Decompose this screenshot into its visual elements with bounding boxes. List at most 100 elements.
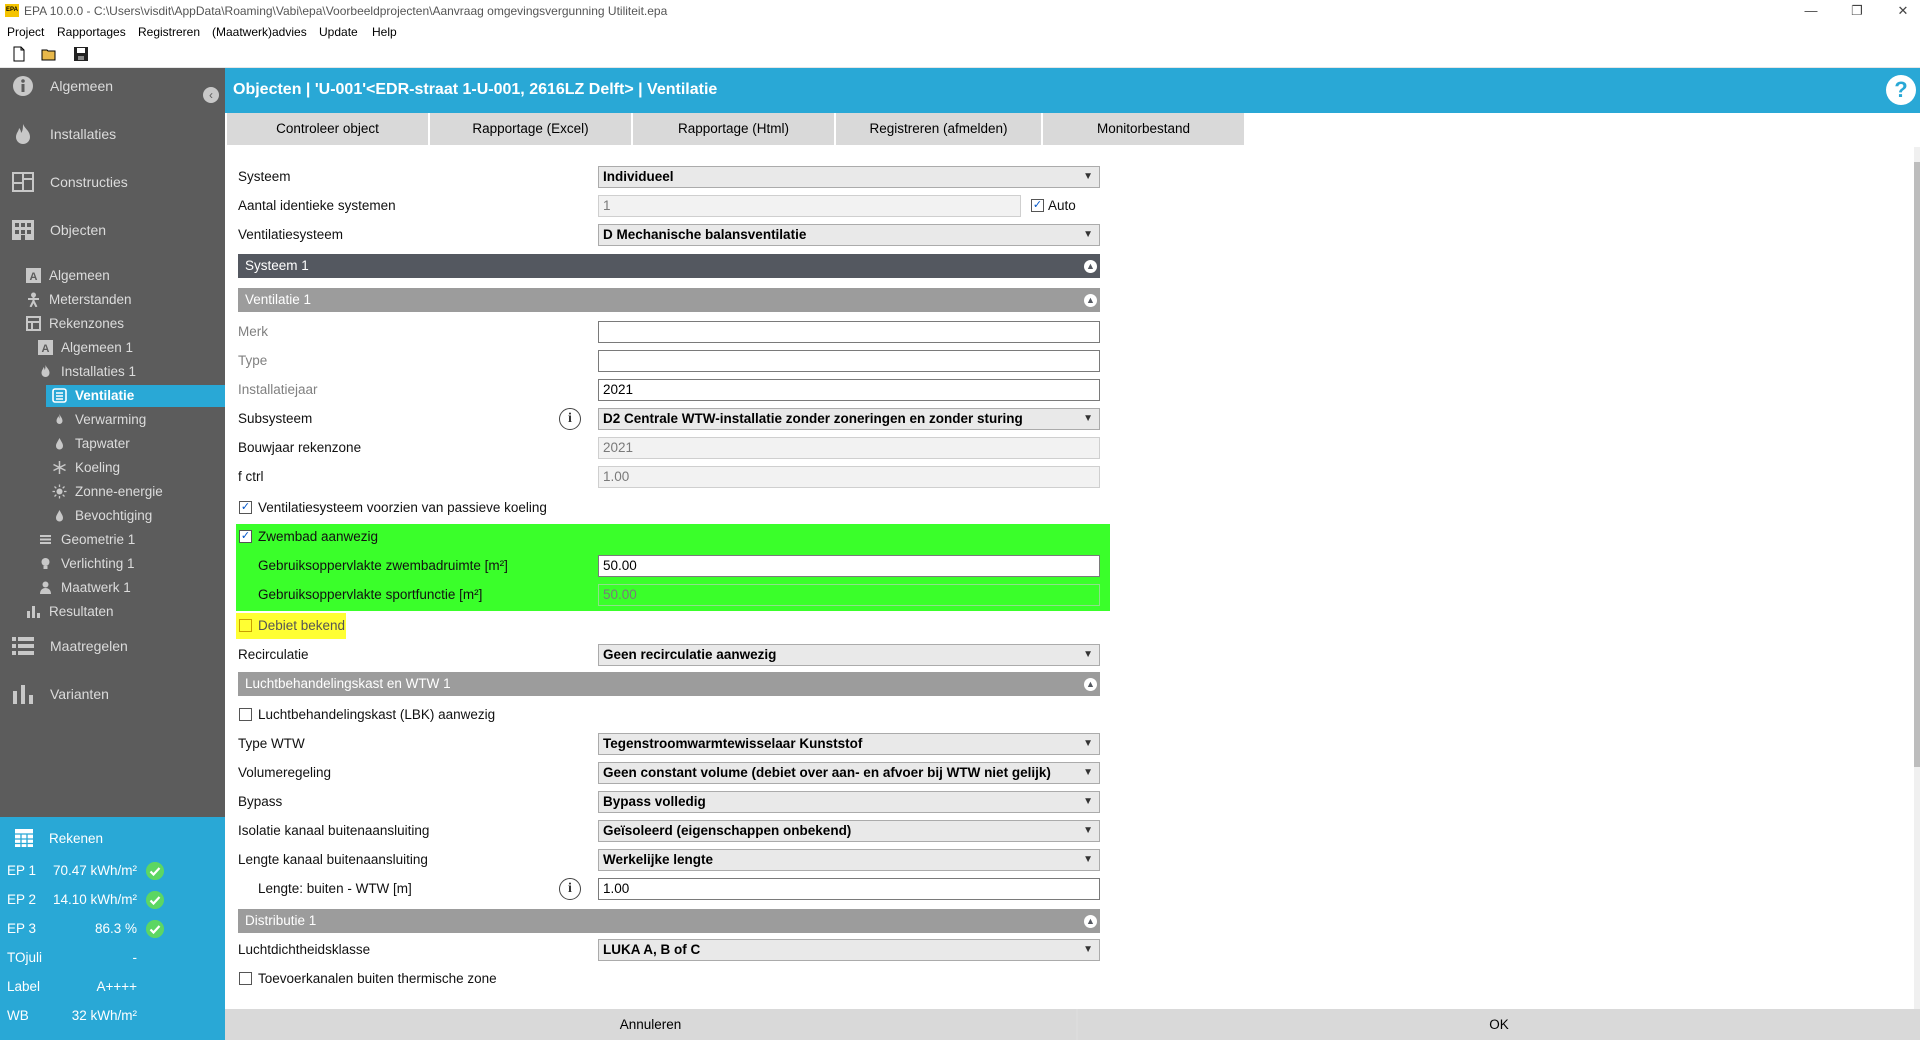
- menu-maatwerkadvies[interactable]: (Maatwerk)advies: [212, 25, 307, 39]
- menu-update[interactable]: Update: [319, 25, 358, 39]
- sport-opp-field[interactable]: 50.00: [598, 584, 1100, 606]
- zwembad-checkbox[interactable]: ✓: [239, 530, 252, 543]
- sidebar-item-tapwater[interactable]: Tapwater: [52, 433, 225, 455]
- subsysteem-select[interactable]: D2 Centrale WTW-installatie zonder zoner…: [598, 408, 1100, 430]
- lbk-checkbox[interactable]: [239, 708, 252, 721]
- sidebar-item-maatregelen[interactable]: Maatregelen: [0, 628, 225, 664]
- tab-registreren-afmelden[interactable]: Registreren (afmelden): [836, 113, 1041, 145]
- type-field[interactable]: [598, 350, 1100, 372]
- bypass-label: Bypass: [238, 794, 283, 809]
- ok-button[interactable]: OK: [1078, 1009, 1920, 1040]
- sidebar-item-installaties-1[interactable]: Installaties 1: [38, 361, 225, 383]
- restore-icon[interactable]: ❐: [1834, 0, 1880, 22]
- aantal-label: Aantal identieke systemen: [238, 198, 396, 213]
- tab-rapportage-excel[interactable]: Rapportage (Excel): [430, 113, 631, 145]
- sidebar-item-constructies[interactable]: Constructies: [0, 164, 225, 200]
- sidebar-item-bevochtiging[interactable]: Bevochtiging: [52, 505, 225, 527]
- sidebar-item-installaties[interactable]: Installaties: [0, 116, 225, 152]
- result-row: WB 32 kWh/m²: [0, 1004, 225, 1028]
- result-row: EP 2 14.10 kWh/m²: [0, 888, 225, 912]
- sidebar-item-rekenzones[interactable]: Rekenzones: [26, 313, 225, 335]
- flame-icon: [41, 365, 50, 377]
- menu-registreren[interactable]: Registreren: [138, 25, 200, 39]
- ventilatiesysteem-select[interactable]: D Mechanische balansventilatie ▼: [598, 224, 1100, 246]
- annuleren-button[interactable]: Annuleren: [225, 1009, 1076, 1040]
- sidebar-item-geometrie-1[interactable]: Geometrie 1: [38, 529, 225, 551]
- result-row: EP 1 70.47 kWh/m²: [0, 859, 225, 883]
- collapse-icon[interactable]: ▲: [1084, 260, 1097, 273]
- lengte-field[interactable]: 1.00: [598, 878, 1100, 900]
- collapse-icon[interactable]: ▲: [1084, 294, 1097, 307]
- letter-a-icon: A: [26, 268, 41, 283]
- systeem-select[interactable]: Individueel ▼: [598, 166, 1100, 188]
- action-tabs: Controleer object Rapportage (Excel) Rap…: [225, 113, 1920, 147]
- passieve-koeling-checkbox[interactable]: ✓: [239, 501, 252, 514]
- sidebar-item-varianten[interactable]: Varianten: [0, 676, 225, 712]
- chevron-down-icon: ▼: [1083, 944, 1093, 955]
- section-systeem[interactable]: Systeem 1 ▲: [238, 254, 1100, 278]
- info-icon[interactable]: i: [559, 408, 581, 430]
- section-distributie[interactable]: Distributie 1 ▲: [238, 909, 1100, 933]
- new-file-icon[interactable]: [11, 46, 27, 62]
- sidebar-item-algemeen[interactable]: Algemeen: [0, 68, 225, 104]
- section-luchtbehandelingskast[interactable]: Luchtbehandelingskast en WTW 1 ▲: [238, 672, 1100, 696]
- sidebar-item-resultaten[interactable]: Resultaten: [26, 601, 225, 623]
- debiet-checkbox[interactable]: [239, 619, 252, 632]
- menu-bar: Project Rapportages Registreren (Maatwer…: [0, 22, 1920, 42]
- flame-icon: [16, 124, 30, 144]
- aantal-field[interactable]: 1: [598, 195, 1021, 217]
- menu-rapportages[interactable]: Rapportages: [57, 25, 126, 39]
- info-icon[interactable]: i: [559, 878, 581, 900]
- luchtdicht-select[interactable]: LUKA A, B of C ▼: [598, 939, 1100, 961]
- merk-field[interactable]: [598, 321, 1100, 343]
- blocks-icon: [12, 172, 34, 192]
- sidebar-item-algemeen-1[interactable]: A Algemeen 1: [38, 337, 225, 359]
- recirculatie-select[interactable]: Geen recirculatie aanwezig ▼: [598, 644, 1100, 666]
- save-icon[interactable]: [73, 46, 89, 62]
- tab-controleer-object[interactable]: Controleer object: [227, 113, 428, 145]
- menu-project[interactable]: Project: [7, 25, 44, 39]
- open-folder-icon[interactable]: [41, 46, 57, 62]
- rekenen-button[interactable]: Rekenen: [0, 825, 225, 853]
- sidebar-item-meterstanden[interactable]: Meterstanden: [26, 289, 225, 311]
- sidebar-item-zonne-energie[interactable]: Zonne-energie: [52, 481, 225, 503]
- minimize-icon[interactable]: —: [1788, 0, 1834, 22]
- bouwjaar-field[interactable]: 2021: [598, 437, 1100, 459]
- vertical-scrollbar[interactable]: [1914, 147, 1920, 1009]
- help-icon[interactable]: ?: [1886, 75, 1916, 105]
- window-title: EPA 10.0.0 - C:\Users\visdit\AppData\Roa…: [24, 4, 668, 18]
- volumeregeling-select[interactable]: Geen constant volume (debiet over aan- e…: [598, 762, 1100, 784]
- zwembad-opp-field[interactable]: 50.00: [598, 555, 1100, 577]
- toevoer-checkbox[interactable]: [239, 972, 252, 985]
- toevoer-label: Toevoerkanalen buiten thermische zone: [258, 971, 497, 986]
- scrollbar-thumb[interactable]: [1914, 162, 1920, 767]
- sidebar-item-maatwerk-1[interactable]: Maatwerk 1: [38, 577, 225, 599]
- info-icon: [13, 76, 33, 96]
- section-ventilatie[interactable]: Ventilatie 1 ▲: [238, 288, 1100, 312]
- close-icon[interactable]: ✕: [1880, 0, 1920, 22]
- sidebar-item-ventilatie[interactable]: Ventilatie: [46, 385, 225, 407]
- menu-help[interactable]: Help: [372, 25, 397, 39]
- svg-text:A: A: [42, 343, 50, 355]
- bouwjaar-label: Bouwjaar rekenzone: [238, 440, 362, 455]
- check-icon: [146, 920, 164, 938]
- zwembad-opp-label: Gebruiksoppervlakte zwembadruimte [m²]: [258, 558, 508, 573]
- auto-checkbox[interactable]: ✓: [1031, 199, 1044, 212]
- bypass-select[interactable]: Bypass volledig ▼: [598, 791, 1100, 813]
- type-wtw-select[interactable]: Tegenstroomwarmtewisselaar Kunststof ▼: [598, 733, 1100, 755]
- check-icon: [146, 862, 164, 880]
- collapse-icon[interactable]: ▲: [1084, 678, 1097, 691]
- fctrl-field[interactable]: 1.00: [598, 466, 1100, 488]
- sidebar-item-verlichting-1[interactable]: Verlichting 1: [38, 553, 225, 575]
- sidebar-item-objecten[interactable]: Objecten: [0, 212, 225, 248]
- tab-rapportage-html[interactable]: Rapportage (Html): [633, 113, 834, 145]
- sidebar-item-koeling[interactable]: Koeling: [52, 457, 225, 479]
- passieve-koeling-label: Ventilatiesysteem voorzien van passieve …: [258, 500, 547, 515]
- collapse-icon[interactable]: ▲: [1084, 915, 1097, 928]
- tab-monitorbestand[interactable]: Monitorbestand: [1043, 113, 1244, 145]
- isolatie-select[interactable]: Geïsoleerd (eigenschappen onbekend) ▼: [598, 820, 1100, 842]
- installatiejaar-field[interactable]: 2021: [598, 379, 1100, 401]
- sidebar-item-verwarming[interactable]: Verwarming: [52, 409, 225, 431]
- lengte-kanaal-select[interactable]: Werkelijke lengte ▼: [598, 849, 1100, 871]
- sidebar-item-objecten-algemeen[interactable]: A Algemeen: [26, 265, 225, 287]
